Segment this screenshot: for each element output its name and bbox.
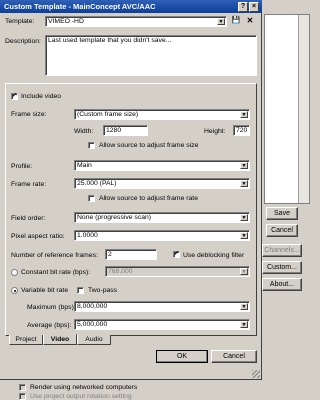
field-order-label: Field order:	[11, 215, 46, 222]
cbr-combo[interactable]: 768,000 ▼	[105, 266, 250, 277]
chevron-down-icon[interactable]: ▼	[240, 214, 248, 221]
delete-template-icon[interactable]: ✕	[245, 16, 255, 26]
profile-combo[interactable]: Main ▼	[74, 160, 250, 171]
video-tab-page	[5, 83, 257, 336]
description-field[interactable]: Last used template that you didn't save.…	[45, 35, 257, 76]
custom-button[interactable]: Custom...	[262, 261, 302, 274]
vbr-label: Variable bit rate	[21, 287, 69, 294]
close-button[interactable]: ×	[249, 1, 259, 12]
pixel-aspect-combo[interactable]: 1.0000 ▼	[74, 230, 250, 241]
max-bitrate-value: 8,000,000	[77, 303, 108, 310]
template-combo[interactable]: VIMEO -HD ▼	[45, 16, 227, 27]
frame-size-combo[interactable]: (Custom frame size) ▼	[74, 109, 250, 120]
include-video-checkbox[interactable]: ✓	[11, 93, 18, 100]
help-button[interactable]: ?	[238, 1, 248, 12]
chevron-down-icon[interactable]: ▼	[240, 162, 248, 169]
allow-frame-size-checkbox[interactable]	[88, 142, 95, 149]
networked-checkbox[interactable]	[19, 384, 26, 391]
chevron-down-icon[interactable]: ▼	[240, 232, 248, 239]
resize-grip-icon[interactable]	[252, 370, 260, 378]
window-title: Custom Template - MainConcept AVC/AAC	[0, 0, 262, 13]
rotation-checkbox[interactable]	[19, 393, 26, 400]
field-order-value: None (progressive scan)	[77, 214, 152, 221]
chevron-down-icon[interactable]: ▼	[217, 18, 225, 25]
chevron-down-icon[interactable]: ▼	[240, 303, 248, 310]
deblocking-label: Use deblocking filter	[183, 252, 245, 259]
custom-template-dialog: Template: VIMEO -HD ▼ 💾 ✕ Description: L…	[0, 13, 262, 380]
vbr-radio[interactable]	[11, 287, 18, 294]
frame-rate-combo[interactable]: 25.000 (PAL) ▼	[74, 178, 250, 189]
template-value: VIMEO -HD	[48, 18, 84, 25]
about-button[interactable]: About...	[262, 278, 302, 291]
tab-project[interactable]: Project	[9, 335, 43, 345]
allow-frame-size-label: Allow source to adjust frame size	[99, 142, 199, 149]
avg-bitrate-label: Average (bps):	[27, 322, 72, 329]
right-cancel-button[interactable]: Cancel	[266, 224, 298, 237]
profile-value: Main	[77, 162, 92, 169]
networked-label: Render using networked computers	[30, 384, 138, 391]
tab-audio[interactable]: Audio	[77, 335, 111, 345]
background-scrollbar[interactable]	[298, 15, 309, 203]
max-bitrate-combo[interactable]: 8,000,000 ▼	[74, 301, 250, 312]
pixel-aspect-value: 1.0000	[77, 232, 98, 239]
allow-frame-rate-label: Allow source to adjust frame rate	[99, 195, 198, 202]
two-pass-checkbox[interactable]	[77, 287, 84, 294]
cbr-label: Constant bit rate (bps):	[21, 269, 91, 276]
chevron-down-icon[interactable]: ▼	[240, 268, 248, 275]
rotation-label: Use project output rotation setting	[30, 393, 132, 400]
two-pass-label: Two-pass	[88, 287, 118, 294]
chevron-down-icon[interactable]: ▼	[240, 321, 248, 328]
width-field[interactable]: 1280	[103, 125, 148, 136]
field-order-combo[interactable]: None (progressive scan) ▼	[74, 212, 250, 223]
avg-bitrate-value: 5,000,000	[77, 321, 108, 328]
profile-label: Profile:	[11, 163, 33, 170]
pixel-aspect-label: Pixel aspect ratio:	[11, 233, 65, 240]
height-label: Height:	[204, 128, 226, 135]
frame-rate-label: Frame rate:	[11, 181, 47, 188]
cbr-value: 768,000	[108, 268, 133, 275]
ok-button[interactable]: OK	[156, 350, 208, 363]
right-save-button[interactable]: Save	[266, 207, 298, 220]
chevron-down-icon[interactable]: ▼	[240, 111, 248, 118]
tab-video[interactable]: Video	[43, 334, 77, 345]
deblocking-checkbox[interactable]: ✓	[173, 251, 180, 258]
height-field[interactable]: 720	[233, 125, 250, 136]
channels-button[interactable]: Channels...	[262, 244, 302, 257]
save-template-icon[interactable]: 💾	[231, 16, 241, 26]
frame-rate-value: 25.000 (PAL)	[77, 180, 117, 187]
description-label: Description:	[5, 38, 41, 45]
template-label: Template:	[5, 18, 35, 25]
ref-frames-field[interactable]: 2	[105, 249, 157, 260]
frame-size-value: (Custom frame size)	[77, 111, 139, 118]
allow-frame-rate-checkbox[interactable]	[88, 195, 95, 202]
max-bitrate-label: Maximum (bps):	[27, 304, 76, 311]
avg-bitrate-combo[interactable]: 5,000,000 ▼	[74, 319, 250, 330]
width-label: Width:	[74, 128, 94, 135]
include-video-label: Include video	[21, 93, 62, 100]
ref-frames-label: Number of reference frames:	[11, 252, 98, 259]
cancel-button[interactable]: Cancel	[211, 350, 257, 363]
frame-size-label: Frame size:	[11, 111, 47, 118]
cbr-radio[interactable]	[11, 269, 18, 276]
chevron-down-icon[interactable]: ▼	[240, 180, 248, 187]
